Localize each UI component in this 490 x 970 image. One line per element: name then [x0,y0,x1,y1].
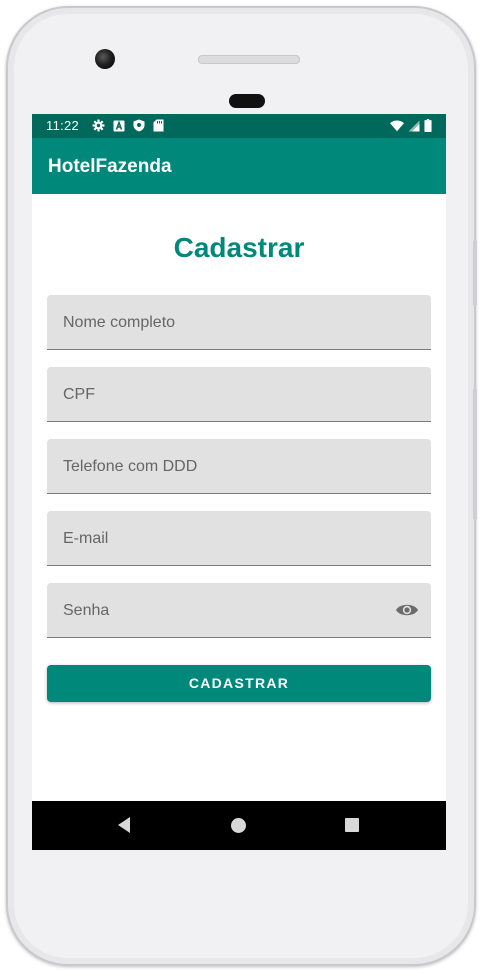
eye-icon[interactable] [395,602,419,618]
a-icon [113,119,125,131]
app-title: HotelFazenda [48,156,172,177]
status-time: 11:22 [46,118,80,133]
full-name-placeholder: Nome completo [63,314,176,331]
email-field[interactable]: E-mail [47,511,431,566]
earpiece-speaker [198,55,300,64]
status-bar: 11:22 [32,114,446,138]
password-field[interactable]: Senha [47,583,431,638]
page-title: Cadastrar [173,232,305,263]
recents-icon[interactable] [345,818,359,832]
back-icon[interactable] [116,816,132,834]
proximity-sensor [229,94,265,108]
battery-icon [424,119,432,132]
front-camera [95,49,115,69]
device-screen: 11:22 HotelFazenda Cadastrar Nome comple… [32,114,446,850]
cpf-field[interactable]: CPF [47,367,431,422]
sd-card-icon [153,119,164,132]
full-name-field[interactable]: Nome completo [47,295,431,350]
phone-field[interactable]: Telefone com DDD [47,439,431,494]
app-bar: HotelFazenda [32,138,446,194]
shield-icon [133,119,145,132]
phone-placeholder: Telefone com DDD [63,458,198,475]
password-placeholder: Senha [63,602,110,619]
gear-icon [92,119,105,132]
volume-button [473,388,477,520]
navigation-bar [32,801,446,850]
email-placeholder: E-mail [63,530,109,547]
home-icon[interactable] [231,818,246,833]
wifi-icon [390,119,404,131]
power-button [473,240,477,306]
cpf-placeholder: CPF [63,386,95,403]
signal-icon [408,120,420,131]
register-button[interactable]: CADASTRAR [47,665,431,702]
